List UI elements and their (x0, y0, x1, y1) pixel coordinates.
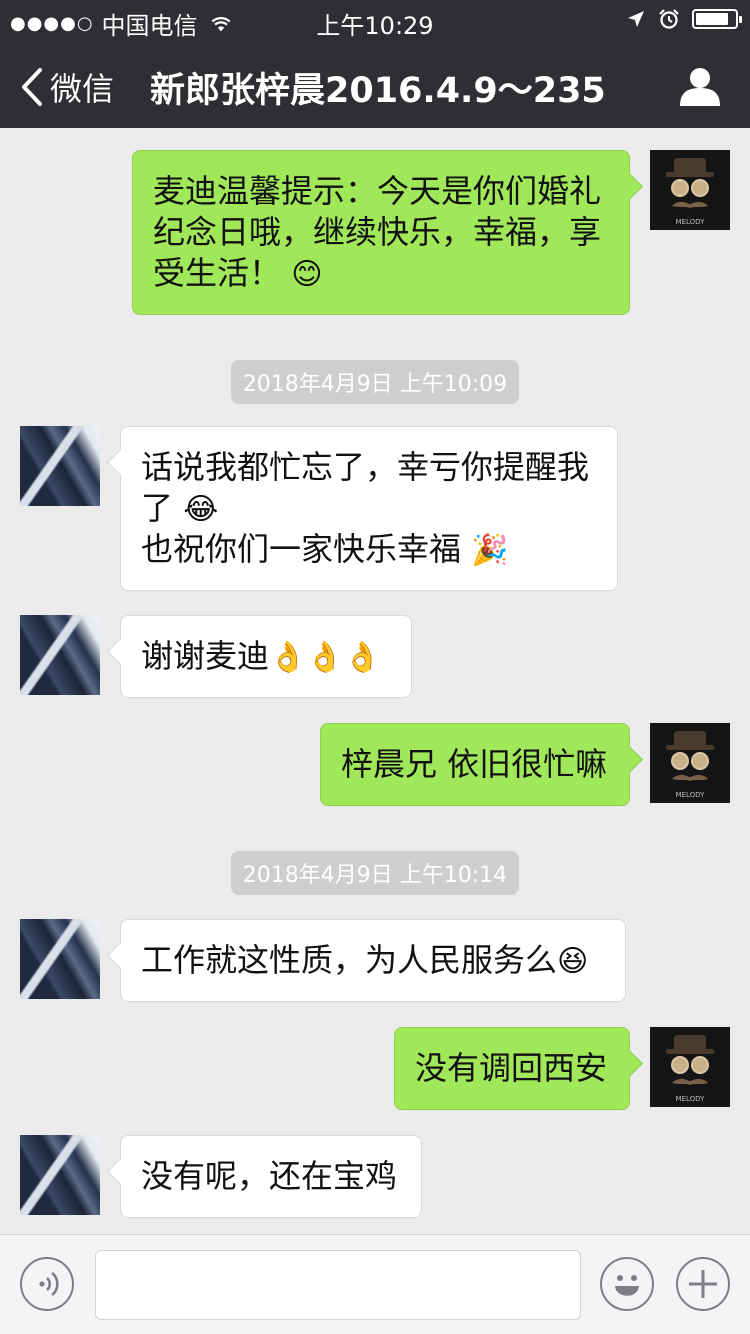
smile-emoji: 😊 (291, 257, 323, 292)
contact-avatar-image (20, 426, 100, 506)
message-text: 没有调回西安 (415, 1049, 608, 1087)
status-bar: ●●●●○ 中国电信 上午10:29 (0, 0, 750, 40)
grinning-emoji: 😆 (557, 944, 589, 979)
message-text: 梓晨兄 依旧很忙嘛 (341, 745, 608, 783)
melody-avatar-icon: MELODY (650, 150, 730, 230)
party-popper-emoji: 🎉 (471, 533, 509, 568)
avatar-self[interactable]: MELODY (650, 1027, 730, 1107)
input-bar (0, 1234, 750, 1334)
avatar-self[interactable]: MELODY (650, 150, 730, 230)
plus-icon (689, 1270, 717, 1298)
message-bubble-outgoing[interactable]: 麦迪温馨提示：今天是你们婚礼纪念日哦，继续快乐，幸福，享受生活！ 😊 (132, 150, 630, 315)
timestamp-label: 2018年4月9日 上午10:14 (230, 851, 520, 895)
avatar-contact[interactable] (20, 1135, 100, 1215)
svg-text:MELODY: MELODY (676, 1095, 706, 1103)
avatar-contact[interactable] (20, 919, 100, 999)
avatar-contact[interactable] (20, 426, 100, 506)
svg-text:MELODY: MELODY (676, 791, 706, 799)
message-text: 谢谢麦迪 (141, 637, 270, 675)
message-text: 也祝你们一家快乐幸福 (141, 530, 462, 568)
message-bubble-incoming[interactable]: 工作就这性质，为人民服务么😆 (120, 919, 626, 1002)
back-label: 微信 (50, 70, 115, 108)
message-bubble-outgoing[interactable]: 梓晨兄 依旧很忙嘛 (320, 723, 630, 806)
message-text: 工作就这性质，为人民服务么 (141, 941, 558, 979)
message-bubble-outgoing[interactable]: 没有调回西安 (394, 1027, 630, 1110)
timestamp-label: 2018年4月9日 上午10:09 (230, 360, 520, 404)
smiley-icon (615, 1275, 639, 1296)
message-bubble-incoming[interactable]: 话说我都忙忘了，幸亏你提醒我了 😂 也祝你们一家快乐幸福 🎉 (120, 426, 618, 591)
ok-hand-emoji: 👌👌👌 (269, 640, 382, 675)
message-text: 麦迪温馨提示：今天是你们婚礼纪念日哦，继续快乐，幸福，享受生活！ (153, 172, 602, 292)
nav-bar: 微信 新郎张梓晨2016.4.9～235 (0, 40, 750, 128)
back-button[interactable]: 微信 (20, 64, 114, 110)
chat-title: 新郎张梓晨2016.4.9～235 (150, 71, 606, 111)
contact-avatar-image (20, 615, 100, 695)
battery-icon (692, 9, 742, 29)
alarm-clock-icon (659, 9, 679, 29)
avatar-self[interactable]: MELODY (650, 723, 730, 803)
status-right (626, 8, 742, 30)
profile-icon[interactable] (678, 64, 722, 108)
timestamp: 2018年4月9日 上午10:14 (0, 851, 750, 895)
emoji-button[interactable] (600, 1257, 654, 1311)
message-bubble-incoming[interactable]: 没有呢，还在宝鸡 (120, 1135, 422, 1218)
more-button[interactable] (676, 1257, 730, 1311)
message-text: 没有呢，还在宝鸡 (141, 1157, 398, 1195)
voice-icon (39, 1271, 59, 1297)
svg-text:MELODY: MELODY (676, 218, 706, 226)
avatar-contact[interactable] (20, 615, 100, 695)
location-arrow-icon (628, 11, 644, 27)
chat-area[interactable]: MELODY 麦迪温馨提示：今天是你们婚礼纪念日哦，继续快乐，幸福，享受生活！ … (0, 128, 750, 1234)
contact-avatar-image (20, 1135, 100, 1215)
timestamp: 2018年4月9日 上午10:09 (0, 360, 750, 404)
message-input[interactable] (95, 1250, 581, 1320)
voice-button[interactable] (20, 1257, 74, 1311)
melody-avatar-icon: MELODY (650, 723, 730, 803)
chevron-left-icon (22, 68, 42, 106)
contact-avatar-image (20, 919, 100, 999)
melody-avatar-icon: MELODY (650, 1027, 730, 1107)
battery-level (696, 13, 729, 25)
message-bubble-incoming[interactable]: 谢谢麦迪👌👌👌 (120, 615, 412, 698)
tears-of-joy-emoji: 😂 (183, 492, 219, 527)
